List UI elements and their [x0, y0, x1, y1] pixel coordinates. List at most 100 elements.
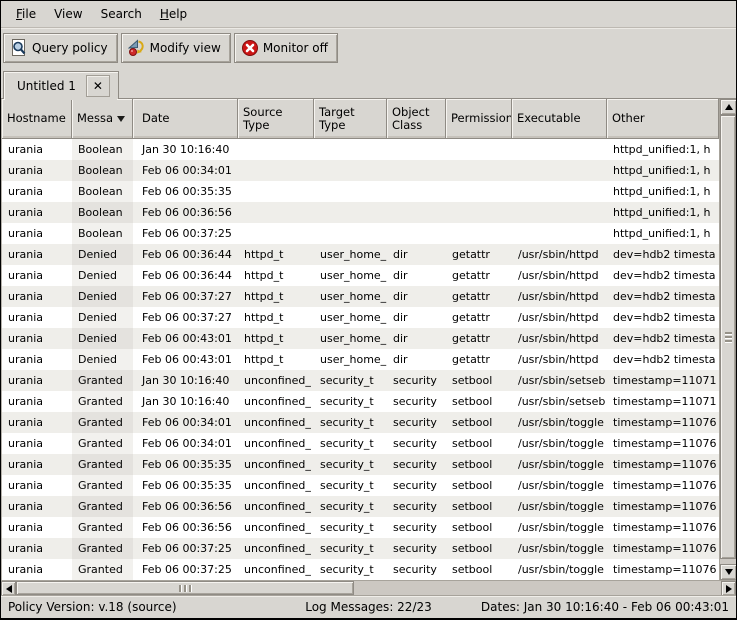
table-header-row: HostnameMessaDateSource TypeTarget TypeO… — [2, 99, 719, 139]
table-row[interactable]: uraniaDeniedFeb 06 00:36:44httpd_tuser_h… — [2, 265, 719, 286]
table-row[interactable]: uraniaGrantedFeb 06 00:37:25unconfined_s… — [2, 559, 719, 580]
table-row[interactable]: uraniaBooleanJan 30 10:16:40httpd_unifie… — [2, 139, 719, 160]
table-row[interactable]: uraniaGrantedFeb 06 00:36:56unconfined_s… — [2, 517, 719, 538]
table-cell: /usr/sbin/httpd — [512, 244, 607, 265]
column-header-label: Target Type — [319, 106, 381, 132]
table-cell: timestamp=11076 — [607, 475, 719, 496]
table-row[interactable]: uraniaDeniedFeb 06 00:43:01httpd_tuser_h… — [2, 328, 719, 349]
table-row[interactable]: uraniaBooleanFeb 06 00:37:25httpd_unifie… — [2, 223, 719, 244]
table-cell: urania — [2, 244, 72, 265]
table-row[interactable]: uraniaDeniedFeb 06 00:37:27httpd_tuser_h… — [2, 307, 719, 328]
column-header-other[interactable]: Other — [607, 99, 719, 139]
table-cell — [387, 223, 446, 244]
table-cell: urania — [2, 265, 72, 286]
column-header-executable[interactable]: Executable — [512, 99, 607, 139]
column-header-source-type[interactable]: Source Type — [238, 99, 314, 139]
tab-label: Untitled 1 — [17, 79, 76, 93]
table-row[interactable]: uraniaGrantedFeb 06 00:35:35unconfined_s… — [2, 475, 719, 496]
table-cell: user_home_ — [314, 286, 387, 307]
table-cell: Boolean — [72, 160, 133, 181]
vertical-scrollbar[interactable] — [719, 99, 736, 580]
table-cell: unconfined_ — [238, 538, 314, 559]
table-cell: httpd_unified:1, h — [607, 160, 719, 181]
table-row[interactable]: uraniaGrantedFeb 06 00:37:25unconfined_s… — [2, 538, 719, 559]
column-header-date[interactable]: Date — [133, 99, 238, 139]
table-cell: /usr/sbin/toggle — [512, 454, 607, 475]
table-cell: security_t — [314, 433, 387, 454]
table-cell: security_t — [314, 454, 387, 475]
scroll-down-button[interactable] — [720, 564, 737, 580]
log-table: HostnameMessaDateSource TypeTarget TypeO… — [1, 99, 719, 580]
table-row[interactable]: uraniaGrantedFeb 06 00:34:01unconfined_s… — [2, 412, 719, 433]
table-row[interactable]: uraniaGrantedJan 30 10:16:40unconfined_s… — [2, 370, 719, 391]
table-cell — [238, 139, 314, 160]
table-row[interactable]: uraniaGrantedFeb 06 00:34:01unconfined_s… — [2, 433, 719, 454]
table-cell: unconfined_ — [238, 454, 314, 475]
column-header-label: Source Type — [243, 106, 308, 132]
column-header-label: Permission — [451, 112, 512, 125]
table-cell: Granted — [72, 412, 133, 433]
monitor-off-icon — [241, 39, 259, 57]
table-cell: timestamp=11076 — [607, 433, 719, 454]
table-cell: Denied — [72, 244, 133, 265]
column-header-permission[interactable]: Permission — [446, 99, 512, 139]
menu-search[interactable]: Search — [92, 3, 151, 25]
table-cell: Jan 30 10:16:40 — [133, 391, 238, 412]
table-row[interactable]: uraniaDeniedFeb 06 00:37:27httpd_tuser_h… — [2, 286, 719, 307]
table-cell: /usr/sbin/toggle — [512, 517, 607, 538]
table-cell: getattr — [446, 244, 512, 265]
table-cell: Denied — [72, 307, 133, 328]
vertical-scroll-thumb[interactable] — [720, 115, 736, 559]
table-cell: /usr/sbin/httpd — [512, 349, 607, 370]
menu-view[interactable]: View — [45, 3, 91, 25]
tab-untitled-1[interactable]: Untitled 1 ✕ — [3, 71, 119, 99]
table-cell: Feb 06 00:37:25 — [133, 223, 238, 244]
table-row[interactable]: uraniaBooleanFeb 06 00:34:01httpd_unifie… — [2, 160, 719, 181]
column-header-target-type[interactable]: Target Type — [314, 99, 387, 139]
table-cell: Feb 06 00:36:56 — [133, 517, 238, 538]
table-cell — [238, 181, 314, 202]
column-header-hostname[interactable]: Hostname — [2, 99, 72, 139]
horizontal-scroll-track[interactable] — [16, 581, 721, 595]
table-cell: unconfined_ — [238, 412, 314, 433]
menu-file[interactable]: File — [7, 3, 45, 25]
table-cell: dir — [387, 328, 446, 349]
monitor-off-button[interactable]: Monitor off — [234, 33, 338, 63]
modify-view-button[interactable]: Modify view — [121, 33, 231, 63]
table-row[interactable]: uraniaDeniedFeb 06 00:36:44httpd_tuser_h… — [2, 244, 719, 265]
table-row[interactable]: uraniaGrantedJan 30 10:16:40unconfined_s… — [2, 391, 719, 412]
table-cell: timestamp=11071 — [607, 370, 719, 391]
horizontal-scroll-thumb[interactable] — [16, 581, 354, 595]
table-row[interactable]: uraniaBooleanFeb 06 00:36:56httpd_unifie… — [2, 202, 719, 223]
scroll-up-button[interactable] — [720, 99, 737, 115]
table-body: uraniaBooleanJan 30 10:16:40httpd_unifie… — [2, 139, 719, 580]
tab-close-button[interactable]: ✕ — [86, 75, 110, 97]
table-row[interactable]: uraniaBooleanFeb 06 00:35:35httpd_unifie… — [2, 181, 719, 202]
vertical-scroll-track[interactable] — [720, 115, 736, 564]
arrow-left-icon — [6, 585, 12, 593]
table-cell: unconfined_ — [238, 517, 314, 538]
scroll-right-button[interactable] — [721, 581, 736, 596]
table-cell: Boolean — [72, 223, 133, 244]
table-cell: unconfined_ — [238, 433, 314, 454]
menu-help[interactable]: Help — [151, 3, 196, 25]
table-cell: Granted — [72, 433, 133, 454]
table-row[interactable]: uraniaGrantedFeb 06 00:36:56unconfined_s… — [2, 496, 719, 517]
column-header-messa[interactable]: Messa — [72, 99, 133, 139]
table-cell: Feb 06 00:34:01 — [133, 412, 238, 433]
table-cell: urania — [2, 349, 72, 370]
arrow-down-icon — [725, 569, 733, 575]
column-header-object-class[interactable]: Object Class — [387, 99, 446, 139]
table-cell: urania — [2, 181, 72, 202]
query-policy-button[interactable]: Query policy — [3, 33, 118, 63]
table-cell: Granted — [72, 559, 133, 580]
scroll-left-button[interactable] — [1, 581, 16, 596]
table-cell — [387, 160, 446, 181]
horizontal-scrollbar[interactable] — [1, 580, 736, 595]
table-cell: Feb 06 00:37:25 — [133, 538, 238, 559]
table-row[interactable]: uraniaGrantedFeb 06 00:35:35unconfined_s… — [2, 454, 719, 475]
thumb-grip-icon — [725, 340, 732, 342]
table-row[interactable]: uraniaDeniedFeb 06 00:43:01httpd_tuser_h… — [2, 349, 719, 370]
table-cell: dev=hdb2 timesta — [607, 286, 719, 307]
table-cell: urania — [2, 139, 72, 160]
